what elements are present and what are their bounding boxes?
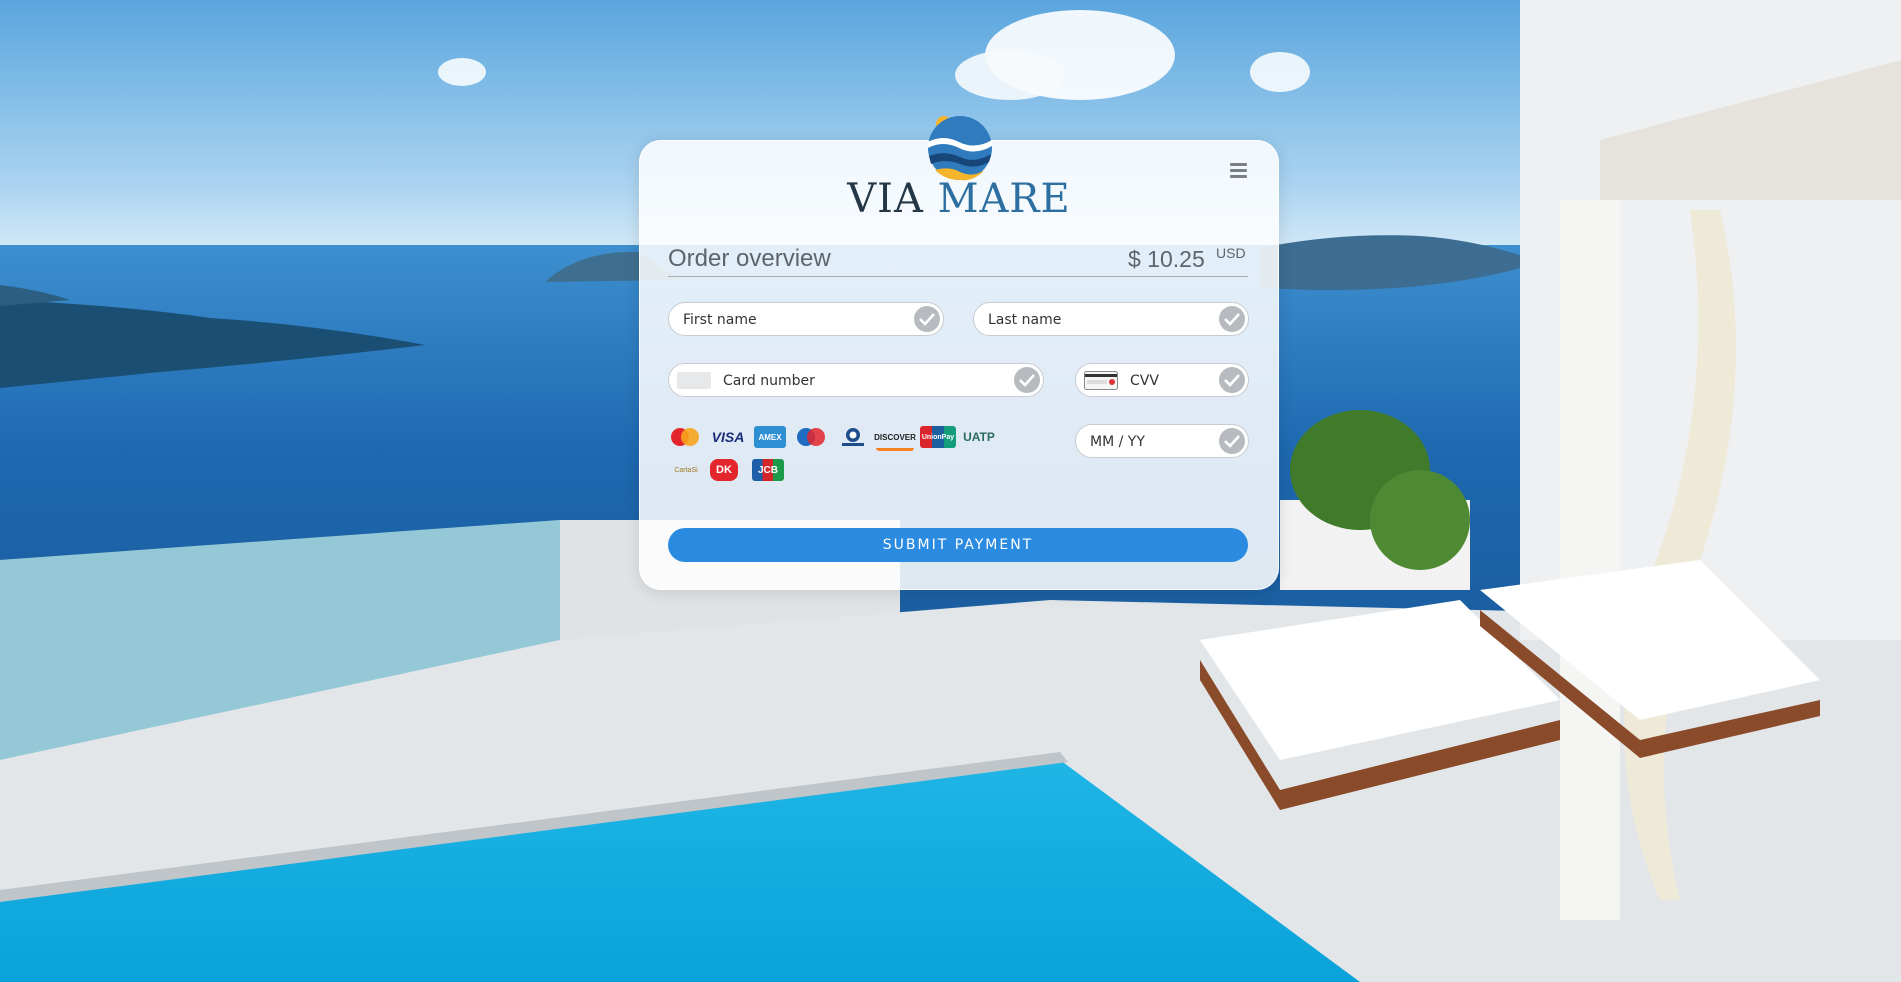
submit-payment-button[interactable]: SUBMIT PAYMENT bbox=[668, 528, 1248, 562]
last-name-field-wrapper bbox=[973, 302, 1249, 337]
visa-logo: VISA bbox=[711, 429, 745, 445]
diners-club-logo bbox=[836, 426, 870, 448]
mastercard-logo bbox=[668, 426, 702, 448]
cvv-input[interactable] bbox=[1128, 364, 1210, 398]
first-name-field-wrapper bbox=[668, 302, 944, 337]
brand-name-via: VIA bbox=[847, 176, 924, 222]
last-name-input[interactable] bbox=[986, 303, 1182, 337]
brand-name-mare: MARE bbox=[937, 176, 1071, 222]
cvv-field-wrapper bbox=[1075, 363, 1249, 398]
dankort-logo: DK bbox=[710, 459, 738, 481]
check-icon bbox=[1219, 367, 1245, 393]
expiry-field-wrapper bbox=[1075, 424, 1249, 459]
check-icon bbox=[1219, 306, 1245, 332]
uatp-logo: UATP bbox=[963, 430, 995, 444]
order-currency: USD bbox=[1216, 245, 1246, 261]
maestro-logo bbox=[794, 426, 828, 448]
cartasi-logo: CartaSi bbox=[674, 466, 698, 474]
amex-logo: AMEX bbox=[754, 426, 786, 448]
card-number-input[interactable] bbox=[721, 364, 950, 398]
first-name-input[interactable] bbox=[681, 303, 877, 337]
divider bbox=[668, 276, 1248, 277]
order-amount: $ 10.25 bbox=[1128, 246, 1205, 272]
unionpay-logo: UnionPay bbox=[920, 426, 956, 448]
hamburger-menu-icon[interactable] bbox=[1230, 163, 1247, 178]
check-icon bbox=[914, 306, 940, 332]
check-icon bbox=[1219, 428, 1245, 454]
jcb-logo: JCB bbox=[752, 459, 784, 481]
order-title: Order overview bbox=[668, 245, 831, 272]
sun-waves-emblem-icon bbox=[925, 112, 995, 184]
expiry-input[interactable] bbox=[1088, 425, 1213, 459]
discover-logo: DISCOVER bbox=[874, 426, 916, 451]
brand-logo: VIA MARE bbox=[639, 108, 1279, 228]
card-back-cvv-icon bbox=[1084, 371, 1118, 390]
credit-card-icon bbox=[677, 372, 711, 389]
check-icon bbox=[1014, 367, 1040, 393]
card-number-field-wrapper bbox=[668, 363, 1044, 398]
